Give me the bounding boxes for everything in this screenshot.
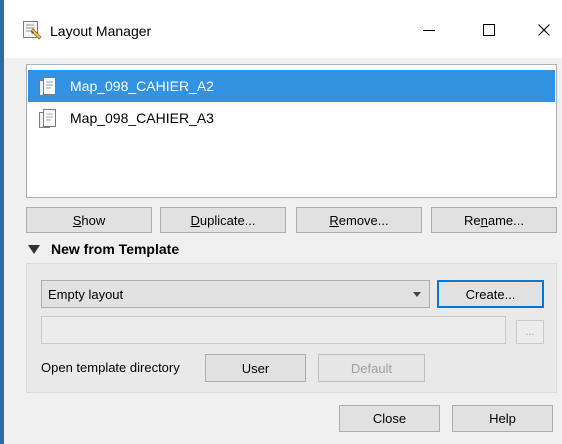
- title-bar[interactable]: Layout Manager: [4, 0, 562, 58]
- default-directory-button: Default: [318, 354, 425, 382]
- print-layout-icon: [37, 75, 59, 99]
- maximize-icon: [483, 24, 495, 36]
- browse-button-label: ...: [525, 326, 535, 338]
- collapse-triangle-icon: [28, 244, 40, 254]
- open-template-directory-label: Open template directory: [41, 360, 180, 375]
- list-item-layout[interactable]: Map_098_CAHIER_A3: [28, 102, 555, 134]
- remove-button-label: emove...: [338, 212, 389, 228]
- rename-button[interactable]: Re n ame...: [431, 207, 557, 233]
- create-button[interactable]: Create...: [437, 280, 544, 308]
- show-button-mnemonic: S: [72, 212, 82, 228]
- remove-button[interactable]: Remove...: [296, 207, 422, 233]
- help-button[interactable]: Help: [452, 405, 553, 432]
- template-select[interactable]: Empty layout: [41, 280, 430, 308]
- create-button-label: Create...: [465, 286, 516, 302]
- user-directory-button[interactable]: User: [205, 354, 306, 382]
- minimize-button[interactable]: [409, 12, 449, 48]
- list-item-label: Map_098_CAHIER_A3: [70, 110, 214, 126]
- template-select-value: Empty layout: [48, 287, 124, 302]
- duplicate-button[interactable]: Duplicate...: [160, 207, 286, 233]
- layout-manager-app-icon: [22, 20, 42, 40]
- show-button-label: how: [81, 212, 106, 228]
- layout-list[interactable]: Map_098_CAHIER_A2 Map_098_CAHIER_A3: [26, 64, 557, 198]
- new-from-template-toggle[interactable]: New from Template: [26, 239, 179, 259]
- remove-button-mnemonic: R: [329, 212, 339, 228]
- section-title: New from Template: [51, 241, 180, 257]
- print-layout-icon: [37, 107, 59, 131]
- close-window-button[interactable]: [524, 12, 562, 48]
- list-item-label: Map_098_CAHIER_A2: [70, 78, 214, 94]
- close-button-label: Close: [372, 411, 407, 426]
- show-button[interactable]: Show: [26, 207, 152, 233]
- rename-button-label: ame...: [487, 212, 524, 228]
- rename-button-mnemonic: n: [480, 212, 488, 228]
- minimize-icon: [423, 30, 435, 31]
- layout-manager-dialog: Layout Manager Map_098_CAHIER_A2 Map_098…: [4, 0, 562, 444]
- maximize-button[interactable]: [469, 12, 509, 48]
- close-button[interactable]: Close: [339, 405, 440, 432]
- template-path-field[interactable]: [41, 316, 506, 344]
- rename-button-prefix: Re: [464, 212, 481, 228]
- list-item-layout[interactable]: Map_098_CAHIER_A2: [28, 70, 555, 102]
- default-button-label: Default: [350, 360, 393, 376]
- duplicate-button-mnemonic: D: [190, 212, 200, 228]
- template-panel: Empty layout Create... ... Open template…: [26, 263, 557, 393]
- window-title: Layout Manager: [50, 23, 152, 39]
- duplicate-button-label: uplicate...: [199, 212, 256, 228]
- help-button-label: Help: [489, 411, 516, 426]
- close-icon: [538, 24, 550, 36]
- browse-button[interactable]: ...: [516, 320, 544, 344]
- user-button-label: User: [241, 360, 270, 376]
- dropdown-arrow-icon: [413, 292, 421, 297]
